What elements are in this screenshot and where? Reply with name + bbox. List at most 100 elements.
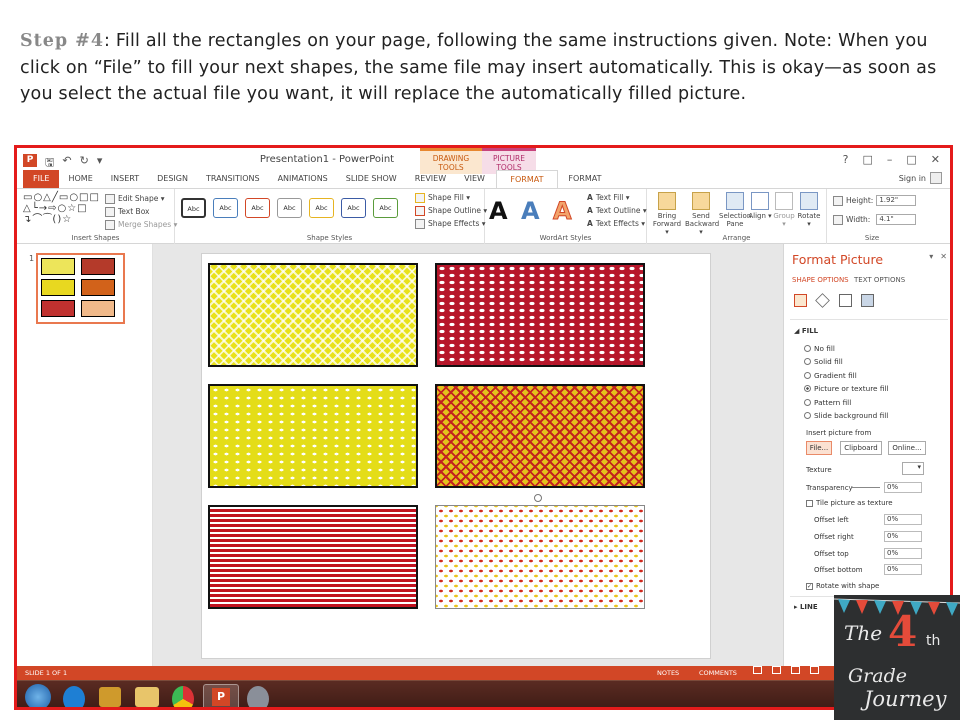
text-box-button[interactable]: Text Box: [105, 205, 177, 218]
radio-slide-background-fill[interactable]: Slide background fill: [804, 411, 888, 420]
radio-solid-fill[interactable]: Solid fill: [804, 357, 843, 366]
clipboard-button[interactable]: Clipboard: [840, 441, 882, 455]
line-section-header[interactable]: ▸ LINE: [794, 603, 818, 611]
fill-section-header[interactable]: ◢ FILL: [794, 327, 818, 335]
paint-icon[interactable]: [247, 686, 269, 707]
maximize-icon[interactable]: □: [906, 153, 916, 166]
help-icon[interactable]: ?: [843, 153, 849, 166]
ribbon-display-icon[interactable]: □: [862, 153, 872, 166]
diamond-red-rectangle[interactable]: [435, 263, 645, 367]
edit-shape-button[interactable]: Edit Shape ▾: [105, 192, 177, 205]
sign-in[interactable]: Sign in: [899, 172, 942, 184]
comments-button[interactable]: COMMENTS: [699, 666, 737, 680]
style-swatch-7[interactable]: Abc: [373, 198, 398, 218]
chrome-icon[interactable]: [172, 686, 194, 707]
bring-forward-button[interactable]: Bring Forward ▾: [651, 192, 683, 236]
pane-options-icon[interactable]: ▾: [929, 252, 933, 261]
tab-home[interactable]: HOME: [59, 170, 101, 188]
radio-picture-fill[interactable]: Picture or texture fill: [804, 384, 889, 393]
instruction-body: : Fill all the rectangles on your page, …: [20, 31, 937, 104]
slide-count: SLIDE 1 OF 1: [25, 669, 68, 677]
width-input[interactable]: 4.1": [876, 214, 917, 225]
tab-design[interactable]: DESIGN: [148, 170, 197, 188]
slide-sorter-icon[interactable]: [772, 666, 781, 674]
effects-icon[interactable]: [815, 293, 830, 308]
start-button-icon[interactable]: [25, 684, 51, 707]
text-outline-button[interactable]: A Text Outline ▾: [587, 204, 647, 217]
tab-file[interactable]: FILE: [23, 170, 60, 188]
striped-red-rectangle[interactable]: [208, 505, 418, 609]
height-input[interactable]: 1.92": [876, 195, 917, 206]
align-button[interactable]: Align ▾: [747, 192, 773, 220]
file-button[interactable]: File...: [806, 441, 832, 455]
tab-transitions[interactable]: TRANSITIONS: [197, 170, 269, 188]
logo-the: The: [844, 621, 883, 645]
style-swatch-5[interactable]: Abc: [309, 198, 334, 218]
slide-thumbnail[interactable]: [36, 253, 125, 324]
online-button[interactable]: Online...: [888, 441, 926, 455]
media-player-icon[interactable]: [99, 687, 121, 707]
picture-icon[interactable]: [861, 294, 874, 307]
send-backward-button[interactable]: Send Backward ▾: [685, 192, 719, 236]
group-button[interactable]: Group ▾: [771, 192, 797, 228]
notes-button[interactable]: NOTES: [657, 666, 679, 680]
close-icon[interactable]: ✕: [931, 153, 940, 166]
style-swatch-6[interactable]: Abc: [341, 198, 366, 218]
transparency-input[interactable]: 0%: [884, 482, 922, 493]
fill-line-icon[interactable]: [794, 294, 807, 307]
tile-checkbox[interactable]: Tile picture as texture: [806, 499, 893, 507]
tab-review[interactable]: REVIEW: [406, 170, 455, 188]
texture-dropdown[interactable]: ▾: [902, 462, 924, 475]
rotate-handle-icon[interactable]: [534, 494, 542, 502]
slideshow-view-icon[interactable]: [810, 666, 819, 674]
style-swatch-4[interactable]: Abc: [277, 198, 302, 218]
tab-format-picture[interactable]: FORMAT: [558, 170, 612, 188]
tab-shape-options[interactable]: SHAPE OPTIONS: [792, 276, 849, 284]
rotate-button[interactable]: Rotate ▾: [795, 192, 823, 228]
shapes-gallery[interactable]: ▭○△╱▭○□□ △└→⇨○☆□ ↴⌒⁀()☆: [23, 192, 103, 226]
rotate-with-shape-checkbox[interactable]: ✓ Rotate with shape: [806, 582, 879, 590]
offset-top-input[interactable]: 0%: [884, 548, 922, 559]
wordart-style-blue[interactable]: A: [521, 197, 540, 225]
offset-bottom-input[interactable]: 0%: [884, 564, 922, 575]
reading-view-icon[interactable]: [791, 666, 800, 674]
style-swatch-2[interactable]: Abc: [213, 198, 238, 218]
size-properties-icon[interactable]: [839, 294, 852, 307]
tab-text-options[interactable]: TEXT OPTIONS: [854, 276, 905, 284]
tab-slide-show[interactable]: SLIDE SHOW: [337, 170, 406, 188]
radio-no-fill[interactable]: No fill: [804, 344, 835, 353]
internet-explorer-icon[interactable]: [63, 686, 85, 707]
normal-view-icon[interactable]: [753, 666, 762, 674]
shape-effects-button[interactable]: Shape Effects ▾: [415, 217, 487, 230]
shape-effects-icon: [415, 218, 425, 229]
minimize-icon[interactable]: –: [887, 153, 893, 166]
tab-format-drawing[interactable]: FORMAT: [495, 170, 558, 188]
chevron-red-yellow-rectangle[interactable]: [435, 384, 645, 488]
offset-right-input[interactable]: 0%: [884, 531, 922, 542]
chevron-yellow-rectangle[interactable]: [208, 263, 418, 367]
style-swatch-3[interactable]: Abc: [245, 198, 270, 218]
selected-dotted-rectangle[interactable]: [435, 494, 645, 609]
style-swatch-1[interactable]: Abc: [181, 198, 206, 218]
radio-gradient-fill[interactable]: Gradient fill: [804, 371, 857, 380]
tab-view[interactable]: VIEW: [455, 170, 494, 188]
shape-fill-button[interactable]: Shape Fill ▾: [415, 191, 487, 204]
tab-insert[interactable]: INSERT: [102, 170, 148, 188]
dotted-yellow-rectangle[interactable]: [208, 384, 418, 488]
radio-pattern-fill[interactable]: Pattern fill: [804, 398, 851, 407]
tab-animations[interactable]: ANIMATIONS: [269, 170, 337, 188]
merge-shapes-button[interactable]: Merge Shapes ▾: [105, 218, 177, 231]
wordart-style-orange[interactable]: A: [553, 197, 573, 226]
step-label: Step #4: [20, 31, 105, 51]
text-effects-button[interactable]: A Text Effects ▾: [587, 217, 647, 230]
shape-outline-button[interactable]: Shape Outline ▾: [415, 204, 487, 217]
file-explorer-icon[interactable]: [135, 687, 159, 707]
powerpoint-taskbar-icon[interactable]: P: [203, 684, 239, 707]
text-fill-icon: A: [587, 193, 593, 202]
transparency-slider[interactable]: [852, 487, 880, 488]
slide-canvas[interactable]: [201, 253, 711, 659]
text-fill-button[interactable]: A Text Fill ▾: [587, 191, 647, 204]
pane-close-icon[interactable]: ✕: [940, 252, 947, 261]
offset-left-input[interactable]: 0%: [884, 514, 922, 525]
wordart-style-black[interactable]: A: [489, 197, 508, 225]
